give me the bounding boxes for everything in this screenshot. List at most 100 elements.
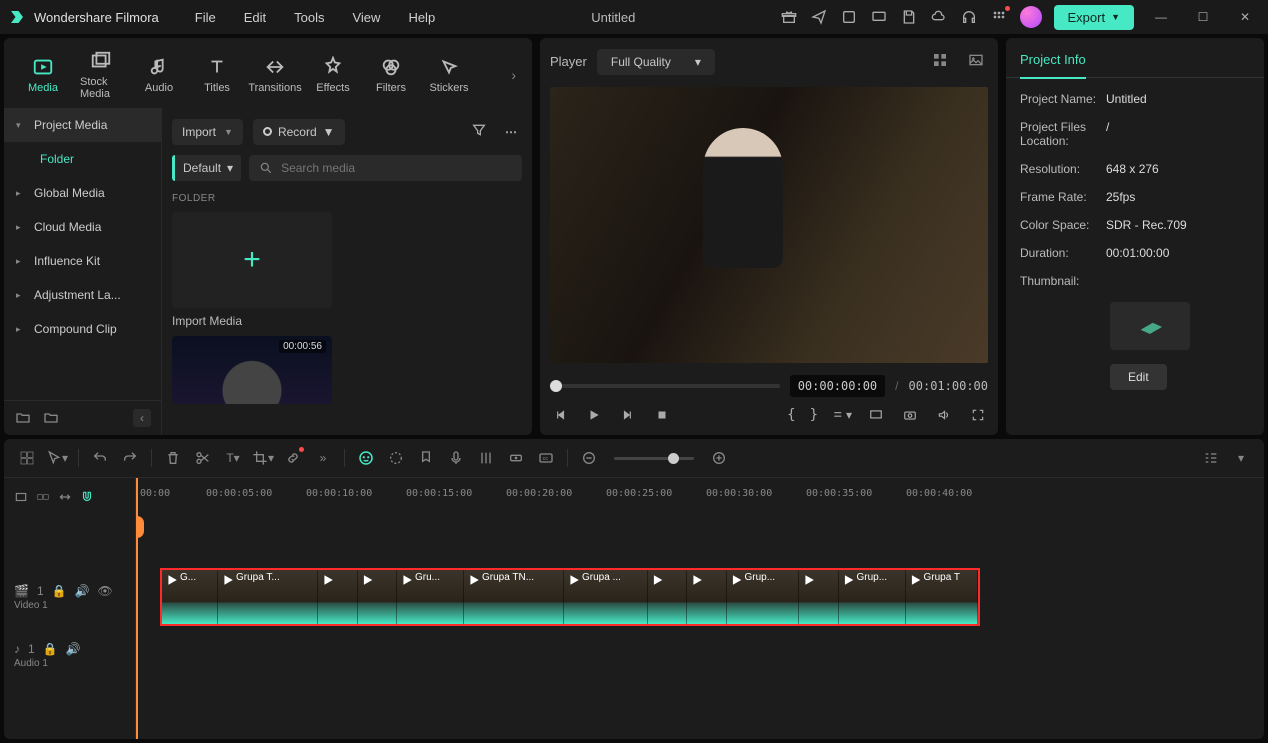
timeline-clip[interactable] [358, 570, 398, 624]
timeline-clip[interactable] [648, 570, 688, 624]
play-button[interactable] [584, 405, 604, 425]
tab-titles[interactable]: Titles [188, 52, 246, 98]
link-icon[interactable] [282, 447, 304, 469]
time-ruler[interactable]: 00:00 00:00:05:00 00:00:10:00 00:00:15:0… [136, 478, 1264, 518]
more-icon[interactable]: ⋯ [501, 121, 522, 143]
tab-audio[interactable]: Audio [130, 52, 188, 98]
scrub-handle[interactable] [550, 380, 562, 392]
zoom-in-icon[interactable] [708, 447, 730, 469]
thumbnail-preview[interactable] [1110, 302, 1190, 350]
caption-icon[interactable]: cc [535, 447, 557, 469]
color-icon[interactable] [385, 447, 407, 469]
tab-transitions[interactable]: Transitions [246, 52, 304, 98]
audio-track-1[interactable] [136, 633, 1254, 673]
timeline-clip[interactable]: Gru... [397, 570, 464, 624]
info-tab[interactable]: Project Info [1006, 38, 1264, 78]
undo-icon[interactable] [89, 447, 111, 469]
sync-tracks-icon[interactable] [58, 490, 72, 507]
mute-icon[interactable]: 🔊 [66, 642, 81, 656]
collapse-sidebar-icon[interactable]: ‹ [133, 409, 151, 427]
prev-frame-button[interactable] [550, 405, 570, 425]
tab-filters[interactable]: Filters [362, 52, 420, 98]
new-folder-icon[interactable] [14, 409, 32, 427]
redo-icon[interactable] [119, 447, 141, 469]
marker-dropdown[interactable]: ▾ [832, 405, 852, 425]
lock-icon[interactable]: 🔒 [43, 642, 58, 656]
zoom-slider[interactable] [614, 457, 694, 460]
edit-thumbnail-button[interactable]: Edit [1110, 364, 1167, 390]
sidebar-global-media[interactable]: ▸Global Media [4, 176, 161, 210]
timeline-clip[interactable]: Grupa TN... [464, 570, 564, 624]
timeline-tracks[interactable]: 00:00 00:00:05:00 00:00:10:00 00:00:15:0… [136, 478, 1264, 739]
sidebar-adjustment-layer[interactable]: ▸Adjustment La... [4, 278, 161, 312]
zoom-out-icon[interactable] [578, 447, 600, 469]
import-dropdown[interactable]: Import▼ [172, 119, 243, 145]
sort-dropdown[interactable]: Default▾ [172, 155, 241, 181]
ai-icon[interactable] [355, 447, 377, 469]
menu-view[interactable]: View [340, 6, 392, 29]
search-input[interactable] [281, 161, 512, 175]
lock-tracks-icon[interactable] [14, 490, 28, 507]
monitor-icon[interactable] [870, 8, 888, 26]
headphones-icon[interactable] [960, 8, 978, 26]
tab-effects[interactable]: Effects [304, 52, 362, 98]
quality-dropdown[interactable]: Full Quality▾ [597, 49, 715, 75]
marker-icon[interactable] [415, 447, 437, 469]
next-frame-button[interactable] [618, 405, 638, 425]
audio-mixer-icon[interactable] [475, 447, 497, 469]
export-button[interactable]: Export▼ [1054, 5, 1135, 30]
track-options-icon[interactable]: ▾ [1230, 447, 1252, 469]
save-icon[interactable] [900, 8, 918, 26]
user-avatar[interactable] [1020, 6, 1042, 28]
sidebar-influence-kit[interactable]: ▸Influence Kit [4, 244, 161, 278]
folder-icon[interactable] [42, 409, 60, 427]
text-icon[interactable]: T▾ [222, 447, 244, 469]
lock-icon[interactable]: 🔒 [52, 584, 67, 598]
tabs-scroll-right[interactable]: › [505, 63, 522, 87]
audio-track-header[interactable]: ♪ 1 🔒 🔊 Audio 1 [4, 626, 135, 684]
mic-icon[interactable] [445, 447, 467, 469]
sidebar-compound-clip[interactable]: ▸Compound Clip [4, 312, 161, 346]
crop-icon[interactable]: ▾ [252, 447, 274, 469]
fullscreen-icon[interactable] [968, 405, 988, 425]
import-media-tile[interactable]: + [172, 212, 332, 308]
record-dropdown[interactable]: Record▼ [253, 119, 345, 145]
scrub-bar[interactable] [550, 384, 780, 388]
snapshot-icon[interactable] [900, 405, 920, 425]
video-preview[interactable] [550, 87, 988, 363]
keyframe-icon[interactable] [505, 447, 527, 469]
menu-edit[interactable]: Edit [232, 6, 278, 29]
send-icon[interactable] [810, 8, 828, 26]
image-view-icon[interactable] [964, 48, 988, 75]
mark-out-button[interactable]: } [810, 407, 818, 423]
close-button[interactable]: ✕ [1230, 7, 1260, 27]
maximize-button[interactable]: ☐ [1188, 7, 1218, 27]
sidebar-project-media[interactable]: ▾Project Media [4, 108, 161, 142]
sidebar-folder[interactable]: Folder [4, 142, 161, 176]
playhead[interactable] [136, 478, 138, 739]
timeline-clip[interactable]: Grupa ... [564, 570, 648, 624]
device-icon[interactable] [840, 8, 858, 26]
media-clip-thumbnail[interactable]: 00:00:56 [172, 336, 332, 404]
timeline-clip[interactable]: Grupa T... [218, 570, 318, 624]
timeline-clip[interactable]: Grupa T [906, 570, 979, 624]
mute-icon[interactable]: 🔊 [75, 584, 90, 598]
search-media[interactable] [249, 155, 522, 181]
timeline-clip[interactable] [318, 570, 358, 624]
sidebar-cloud-media[interactable]: ▸Cloud Media [4, 210, 161, 244]
volume-icon[interactable] [934, 405, 954, 425]
magnet-icon[interactable] [80, 490, 94, 507]
menu-file[interactable]: File [183, 6, 228, 29]
video-track-header[interactable]: 🎬 1 🔒 🔊 👁 Video 1 [4, 568, 135, 626]
cursor-icon[interactable]: ▾ [46, 447, 68, 469]
timeline-clip[interactable]: Grup... [727, 570, 800, 624]
zoom-handle[interactable] [668, 453, 679, 464]
timeline-clip[interactable] [687, 570, 727, 624]
link-tracks-icon[interactable] [36, 490, 50, 507]
apps-icon[interactable] [990, 8, 1008, 26]
timeline-clip[interactable] [799, 570, 839, 624]
stop-button[interactable] [652, 405, 672, 425]
visibility-icon[interactable]: 👁 [98, 584, 113, 598]
selected-clips[interactable]: G... Grupa T... Gru... Grupa TN... Grupa… [160, 568, 980, 626]
minimize-button[interactable]: — [1146, 7, 1176, 27]
